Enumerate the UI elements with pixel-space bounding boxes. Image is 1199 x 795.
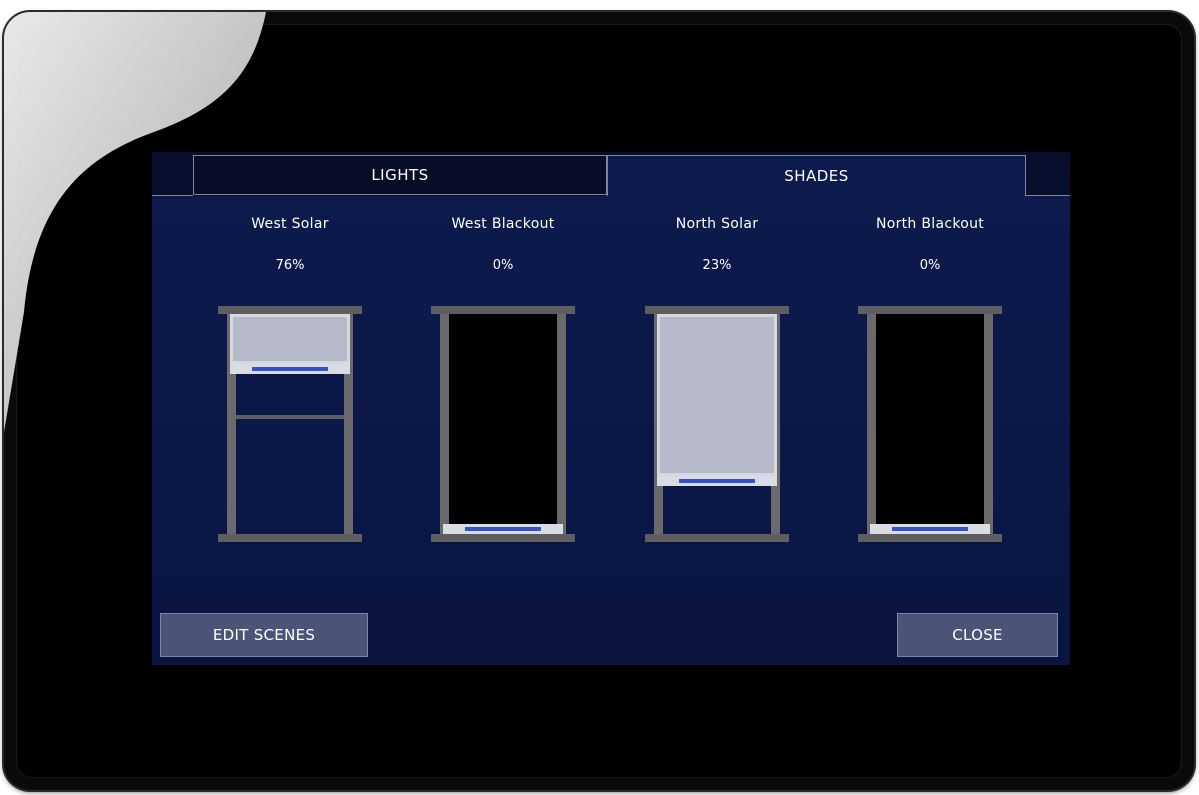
- shade-bottom-bar[interactable]: [657, 476, 777, 486]
- shade-percent: 23%: [702, 258, 732, 273]
- window-header: [645, 306, 789, 314]
- shade-percent: 76%: [275, 258, 305, 273]
- window-sill: [645, 534, 789, 542]
- touch-panel-bezel: LIGHTS SHADES West Solar 76% West Blacko…: [4, 12, 1194, 790]
- window-sill: [431, 534, 575, 542]
- bottom-bar-stripe: [252, 367, 328, 371]
- close-button[interactable]: CLOSE: [897, 613, 1058, 657]
- bottom-bar-stripe: [679, 479, 755, 483]
- shade-percent: 0%: [492, 258, 514, 273]
- shade-name: West Solar: [251, 216, 329, 232]
- tab-divider-line: [152, 195, 193, 196]
- window-header: [431, 306, 575, 314]
- window-sill: [218, 534, 362, 542]
- shade-name: North Solar: [675, 216, 759, 232]
- shade-bottom-bar[interactable]: [870, 524, 990, 534]
- shade-name: North Blackout: [875, 216, 985, 232]
- shades-screen: LIGHTS SHADES West Solar 76% West Blacko…: [152, 152, 1070, 665]
- edit-scenes-button[interactable]: EDIT SCENES: [160, 613, 368, 657]
- window-header: [218, 306, 362, 314]
- shade-bottom-bar[interactable]: [230, 364, 350, 374]
- solar-shade-fabric: [657, 314, 777, 476]
- window-mullion: [236, 415, 344, 419]
- window-shade-west-blackout[interactable]: [431, 306, 575, 542]
- shade-percent: 0%: [919, 258, 941, 273]
- tab-divider-line: [1026, 195, 1070, 196]
- tab-lights[interactable]: LIGHTS: [193, 155, 607, 195]
- window-sill: [858, 534, 1002, 542]
- shade-control-north-blackout: North Blackout 0%: [830, 196, 1030, 542]
- window-shade-north-solar[interactable]: [645, 306, 789, 542]
- window-shade-north-blackout[interactable]: [858, 306, 1002, 542]
- shade-panel: [230, 314, 350, 374]
- shade-bottom-bar[interactable]: [443, 524, 563, 534]
- tab-strip: LIGHTS SHADES: [152, 152, 1070, 196]
- solar-shade-fabric: [230, 314, 350, 364]
- window-header: [858, 306, 1002, 314]
- bottom-bar-stripe: [465, 527, 541, 531]
- tab-shades[interactable]: SHADES: [607, 155, 1026, 196]
- bottom-bar-stripe: [892, 527, 968, 531]
- shade-control-north-solar: North Solar 23%: [617, 196, 817, 542]
- shade-control-west-solar: West Solar 76%: [190, 196, 390, 542]
- shade-panel: [870, 314, 990, 534]
- shade-panel: [657, 314, 777, 486]
- shade-control-west-blackout: West Blackout 0%: [403, 196, 603, 542]
- shade-name: West Blackout: [451, 216, 555, 232]
- window-shade-west-solar[interactable]: [218, 306, 362, 542]
- shade-panel: [443, 314, 563, 534]
